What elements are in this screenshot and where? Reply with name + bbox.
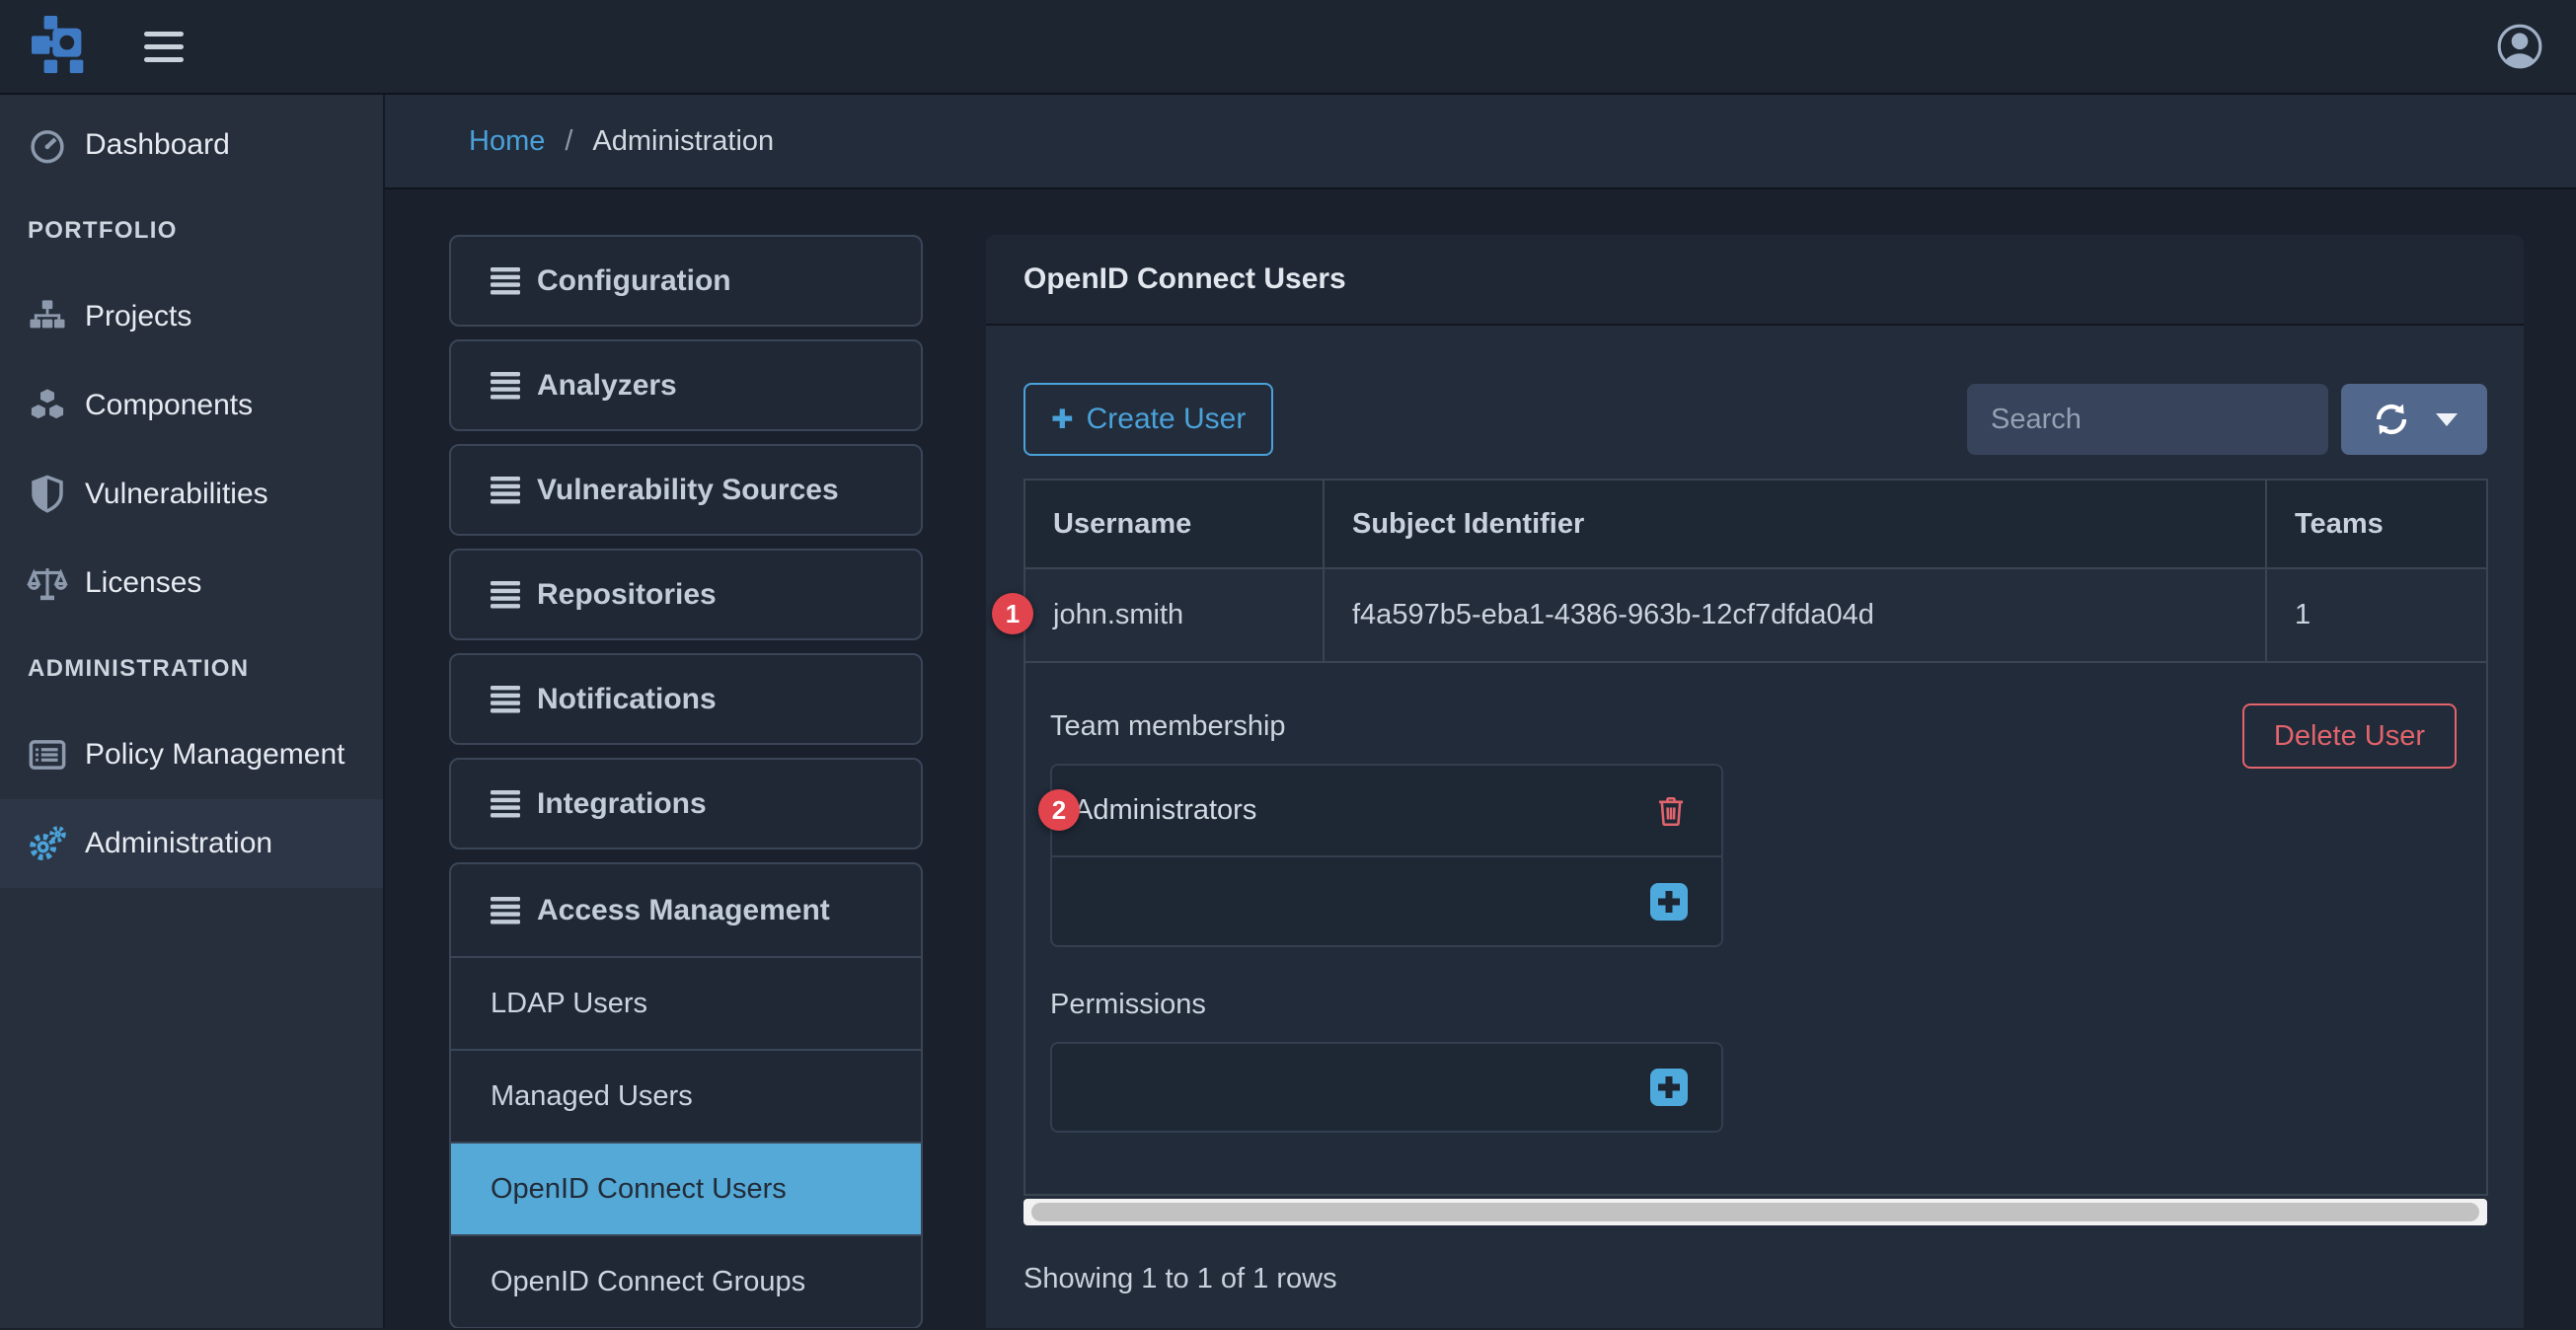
breadcrumb-separator: / — [565, 125, 572, 158]
refresh-icon — [2371, 399, 2412, 440]
oidc-users-table: 1 Username Subject Identifier Teams john… — [1023, 479, 2487, 1196]
hamburger-icon[interactable] — [138, 26, 189, 68]
top-navbar — [0, 0, 2576, 95]
admin-menu-repositories[interactable]: Repositories — [449, 549, 923, 640]
sidebar-item-vulnerabilities[interactable]: Vulnerabilities — [0, 450, 383, 539]
pagination-status: Showing 1 to 1 of 1 rows — [1023, 1263, 2487, 1295]
admin-menu-label: Configuration — [537, 264, 731, 298]
list-icon — [491, 790, 520, 818]
sitemap-icon — [26, 295, 69, 338]
clipboard-list-icon — [26, 733, 69, 776]
admin-menu-label: Repositories — [537, 578, 717, 612]
column-header-username[interactable]: Username — [1024, 480, 1324, 568]
cell-subject-identifier: f4a597b5-eba1-4386-963b-12cf7dfda04d — [1324, 568, 2266, 662]
admin-menu-vulnerability-sources[interactable]: Vulnerability Sources — [449, 444, 923, 536]
admin-menu-label: Notifications — [537, 683, 717, 716]
cell-username: john.smith — [1024, 568, 1324, 662]
team-row: 2 Administrators — [1052, 766, 1721, 855]
breadcrumb: Home / Administration — [385, 95, 2576, 189]
admin-menu-configuration[interactable]: Configuration — [449, 235, 923, 327]
add-team-row — [1052, 855, 1721, 945]
admin-menu-openid-connect-groups[interactable]: OpenID Connect Groups — [451, 1234, 921, 1327]
cubes-icon — [26, 384, 69, 427]
dependency-track-logo-icon[interactable] — [32, 16, 93, 77]
admin-menu-label: Integrations — [537, 787, 707, 821]
annotation-badge-1: 1 — [992, 593, 1033, 634]
sidebar-item-policy-management[interactable]: Policy Management — [0, 710, 383, 799]
admin-menu-managed-users[interactable]: Managed Users — [451, 1049, 921, 1142]
sidebar-item-label: Administration — [85, 827, 272, 860]
breadcrumb-home-link[interactable]: Home — [469, 125, 545, 158]
admin-menu-access-management-group: Access Management LDAP Users Managed Use… — [449, 862, 923, 1328]
sidebar: Dashboard PORTFOLIO Projects — [0, 95, 385, 1328]
sidebar-item-projects[interactable]: Projects — [0, 272, 383, 361]
sidebar-item-label: Licenses — [85, 566, 201, 600]
breadcrumb-current: Administration — [592, 125, 774, 158]
add-permission-row — [1052, 1044, 1721, 1131]
team-membership-list: 2 Administrators — [1050, 764, 1723, 947]
plus-icon: ✚ — [1051, 406, 1074, 433]
sidebar-item-label: Projects — [85, 300, 191, 333]
sidebar-item-administration[interactable]: Administration — [0, 799, 383, 888]
panel-title: OpenID Connect Users — [986, 235, 2524, 326]
list-icon — [491, 686, 520, 713]
column-header-teams[interactable]: Teams — [2266, 480, 2487, 568]
admin-menu-integrations[interactable]: Integrations — [449, 758, 923, 850]
list-icon — [491, 372, 520, 400]
sidebar-section-administration: ADMINISTRATION — [0, 628, 383, 710]
sidebar-section-portfolio: PORTFOLIO — [0, 189, 383, 272]
column-header-subject-identifier[interactable]: Subject Identifier — [1324, 480, 2266, 568]
admin-menu: Configuration Analyzers Vulnerability So… — [449, 235, 923, 1328]
gears-icon — [26, 822, 69, 865]
admin-menu-label: Analyzers — [537, 369, 677, 403]
oidc-users-panel: OpenID Connect Users ✚ Create User — [986, 235, 2524, 1328]
search-input[interactable] — [1967, 384, 2328, 455]
scrollbar-thumb[interactable] — [1031, 1203, 2479, 1221]
sidebar-item-label: Policy Management — [85, 738, 344, 772]
list-icon — [491, 267, 520, 295]
admin-menu-ldap-users[interactable]: LDAP Users — [451, 956, 921, 1049]
balance-scale-icon — [26, 561, 69, 605]
table-header-row: Username Subject Identifier Teams — [1024, 480, 2487, 568]
team-name: Administrators — [1074, 794, 1256, 827]
refresh-button[interactable] — [2341, 384, 2487, 455]
caret-down-icon[interactable] — [2436, 413, 2458, 437]
add-team-button[interactable] — [1650, 883, 1688, 921]
create-user-label: Create User — [1087, 403, 1247, 436]
create-user-button[interactable]: ✚ Create User — [1023, 383, 1273, 456]
list-icon — [491, 897, 520, 924]
sidebar-item-label: Dashboard — [85, 128, 230, 162]
speedometer-icon — [26, 123, 69, 167]
admin-menu-analyzers[interactable]: Analyzers — [449, 339, 923, 431]
sidebar-item-dashboard[interactable]: Dashboard — [0, 101, 383, 189]
permissions-label: Permissions — [1050, 989, 2486, 1021]
add-permission-button[interactable] — [1650, 1069, 1688, 1106]
remove-team-button[interactable] — [1654, 792, 1688, 830]
table-toolbar: ✚ Create User — [1023, 383, 2487, 456]
sidebar-item-components[interactable]: Components — [0, 361, 383, 450]
admin-menu-notifications[interactable]: Notifications — [449, 653, 923, 745]
row-detail: Team membership 2 Administrators — [1024, 662, 2487, 1195]
delete-user-button[interactable]: Delete User — [2242, 703, 2457, 769]
annotation-badge-2: 2 — [1038, 789, 1080, 831]
admin-menu-access-management[interactable]: Access Management — [451, 864, 921, 956]
sidebar-item-licenses[interactable]: Licenses — [0, 539, 383, 628]
table-row[interactable]: john.smith f4a597b5-eba1-4386-963b-12cf7… — [1024, 568, 2487, 662]
sidebar-item-label: Components — [85, 389, 253, 422]
user-avatar-icon[interactable] — [2495, 22, 2544, 71]
horizontal-scrollbar[interactable] — [1023, 1199, 2487, 1225]
sidebar-item-label: Vulnerabilities — [85, 478, 268, 511]
admin-menu-openid-connect-users[interactable]: OpenID Connect Users — [451, 1142, 921, 1234]
cell-teams: 1 — [2266, 568, 2487, 662]
admin-menu-label: Vulnerability Sources — [537, 474, 839, 507]
trash-icon — [1654, 792, 1688, 830]
shield-icon — [26, 473, 69, 516]
permissions-list — [1050, 1042, 1723, 1133]
admin-menu-label: Access Management — [537, 894, 830, 927]
list-icon — [491, 477, 520, 504]
list-icon — [491, 581, 520, 609]
